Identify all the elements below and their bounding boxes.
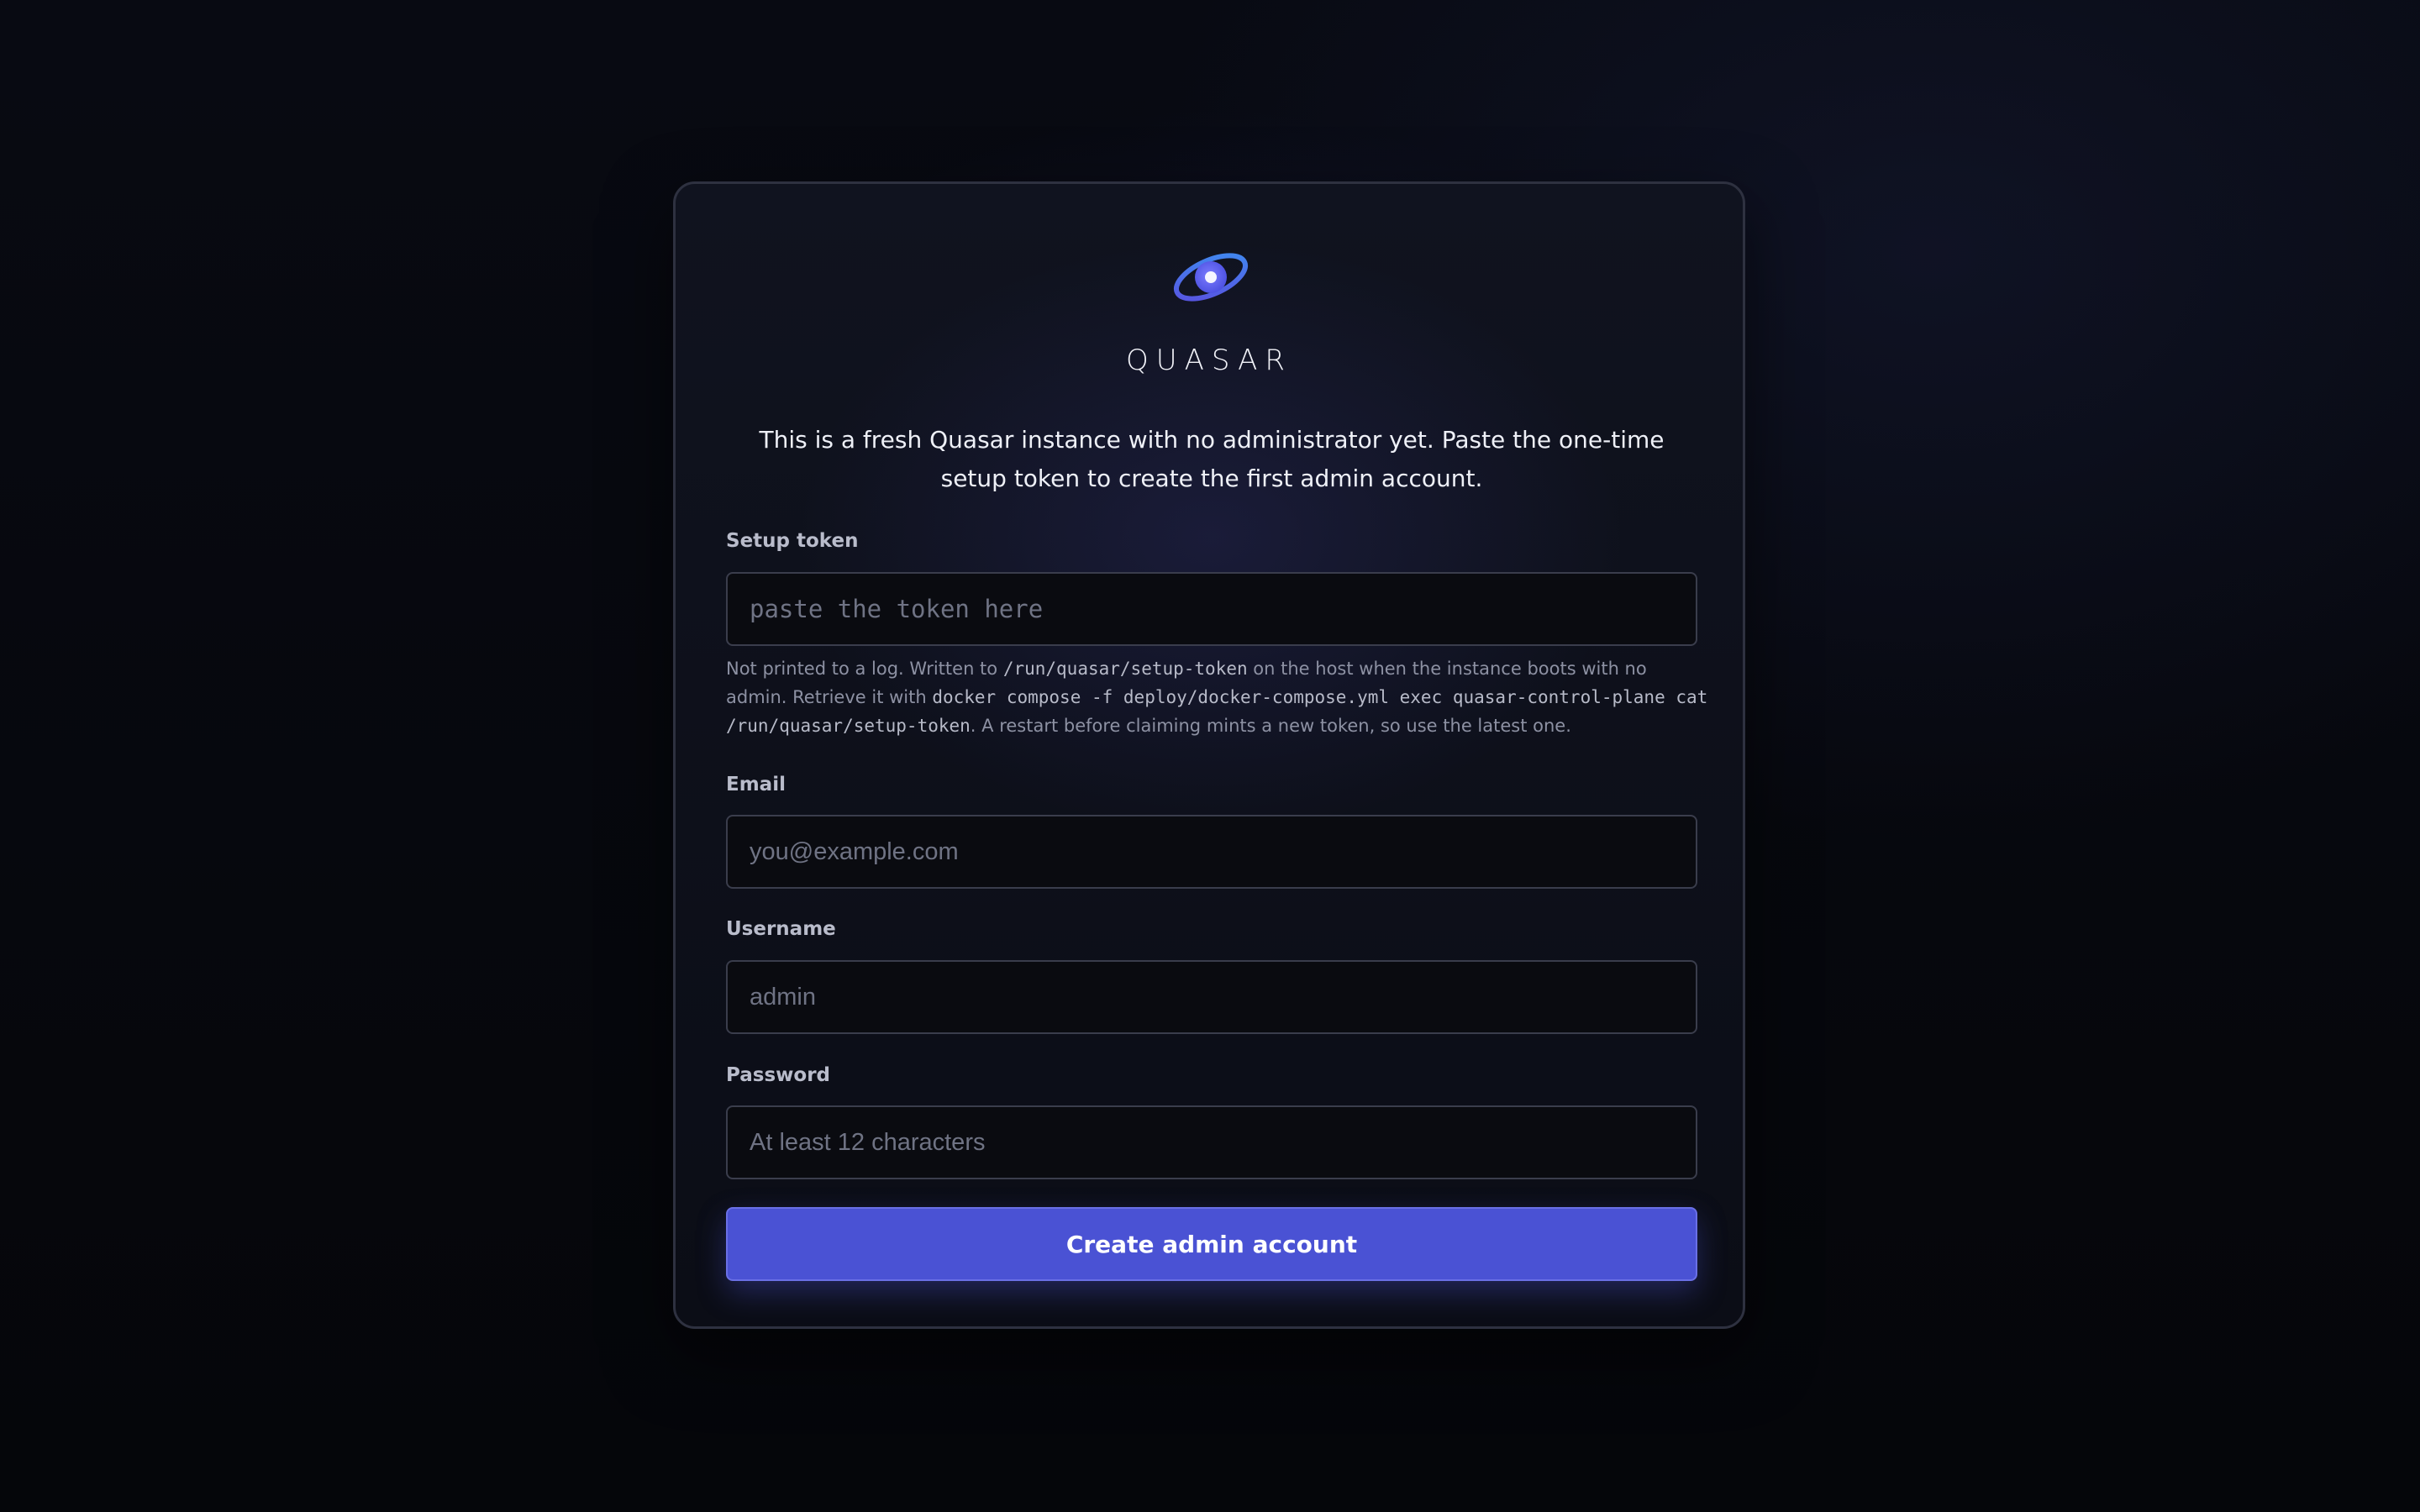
username-label: Username (726, 918, 836, 940)
token-path-code: /run/quasar/setup-token (1002, 659, 1248, 679)
help-text-1: Not printed to a log. Written to (726, 659, 1003, 679)
setup-token-help: Not printed to a log. Written to /run/qu… (726, 654, 1709, 740)
create-admin-button[interactable]: Create admin account (726, 1207, 1697, 1281)
password-field[interactable] (726, 1105, 1697, 1179)
setup-token-label: Setup token (726, 530, 859, 552)
email-field[interactable] (726, 815, 1697, 889)
brand-name: QUASAR (1125, 344, 1292, 377)
username-field[interactable] (726, 960, 1697, 1034)
quasar-orbit-icon (1171, 248, 1251, 307)
intro-text: This is a fresh Quasar instance with no … (759, 426, 1665, 492)
setup-card: QUASAR This is a fresh Quasar instance w… (673, 181, 1745, 1329)
email-label: Email (726, 774, 786, 795)
password-label: Password (726, 1064, 830, 1086)
setup-token-input[interactable] (726, 572, 1697, 646)
help-text-3: . A restart before claiming mints a new … (970, 716, 1571, 736)
